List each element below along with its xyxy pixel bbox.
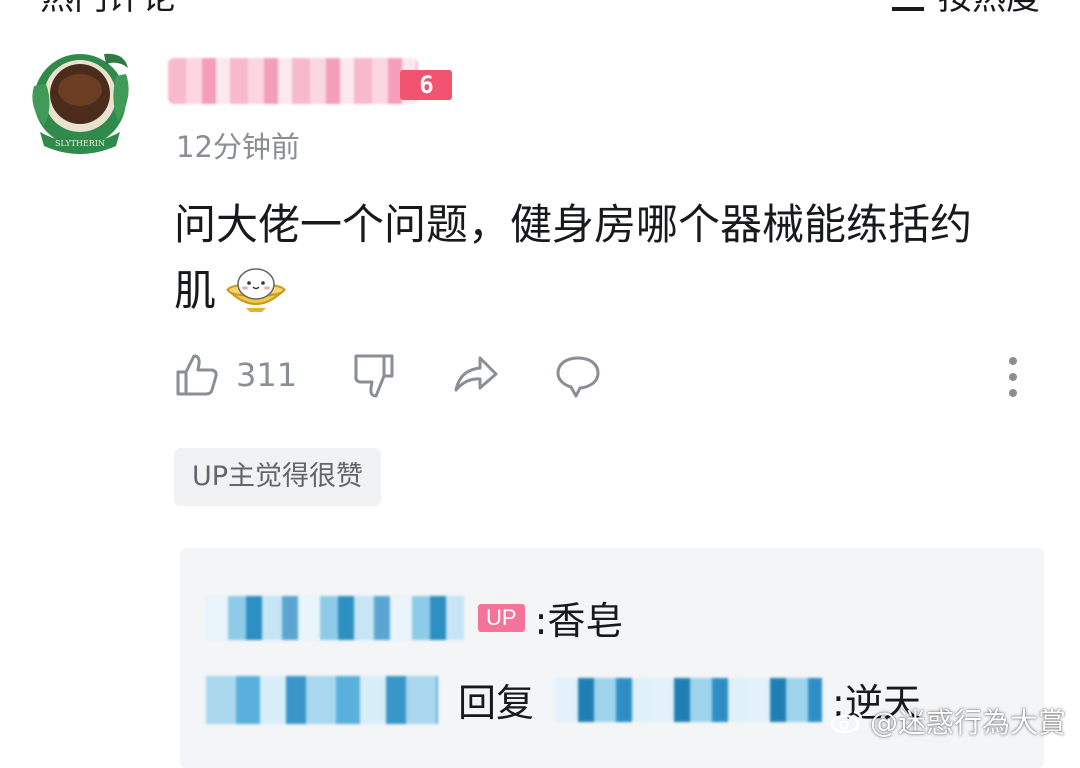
weibo-watermark: @迷惑行為大賞 <box>830 701 1066 741</box>
comment-time: 12分钟前 <box>176 130 300 164</box>
up-tag: UP <box>478 603 525 632</box>
dislike-button[interactable] <box>352 352 398 402</box>
comment-actions: 311 <box>174 352 1034 408</box>
rice-bowl-face-emoji <box>225 268 287 312</box>
user-avatar[interactable]: SLYTHERIN <box>24 46 136 158</box>
comment-text-line2: 肌 <box>174 266 217 315</box>
svg-text:SLYTHERIN: SLYTHERIN <box>55 139 105 148</box>
like-count: 311 <box>236 356 298 394</box>
username-blurred[interactable] <box>168 58 418 104</box>
more-vertical-icon <box>1009 357 1017 397</box>
like-button[interactable]: 311 <box>174 352 297 398</box>
more-options-button[interactable] <box>1000 352 1026 398</box>
reply-username-blurred[interactable] <box>206 595 464 640</box>
sort-by-hot-button[interactable]: 按热度 <box>892 0 1040 19</box>
hot-comments-title: 热门评论 <box>40 0 176 19</box>
thumbs-down-icon <box>354 354 394 398</box>
reply-item[interactable]: UP :香皂 <box>180 590 623 645</box>
weibo-logo-icon <box>830 710 863 734</box>
sort-label: 按热度 <box>938 0 1040 19</box>
reply-target-username-blurred[interactable] <box>554 677 823 722</box>
reply-text: :香皂 <box>534 599 624 643</box>
thumbs-up-icon <box>176 354 218 396</box>
share-button[interactable] <box>452 352 500 398</box>
comment-body: 问大佬一个问题，健身房哪个器械能练括约 肌 <box>174 192 1044 324</box>
level-number: 6 <box>419 71 433 99</box>
reply-button[interactable] <box>554 352 602 398</box>
watermark-text: @迷惑行為大賞 <box>869 706 1066 739</box>
share-arrow-icon <box>454 356 498 392</box>
up-liked-badge: UP主觉得很赞 <box>174 448 382 506</box>
comment-text-line2-wrap: 肌 <box>174 258 1044 324</box>
reply-item[interactable]: 回复 :逆天 <box>180 672 921 727</box>
reply-to-label: 回复 <box>458 681 535 725</box>
sort-icon <box>892 6 924 11</box>
reply-username-blurred[interactable] <box>206 675 438 724</box>
comments-header: 热门评论 按热度 <box>0 0 1080 18</box>
level-badge: 6 <box>400 70 452 100</box>
comment-text-line1: 问大佬一个问题，健身房哪个器械能练括约 <box>174 200 973 249</box>
chat-bubble-icon <box>556 356 600 398</box>
